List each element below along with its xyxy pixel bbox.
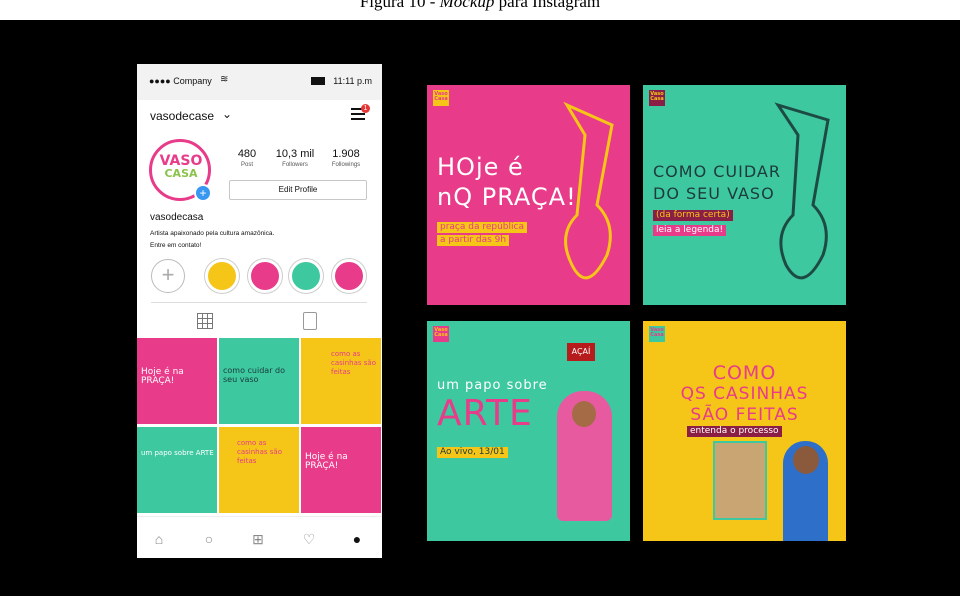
post-thumbnail[interactable]: Hoje é na PRAÇA!	[301, 427, 381, 513]
stat-followers[interactable]: 10,3 mil Followers	[273, 148, 317, 168]
profile-icon[interactable]: ●	[349, 531, 365, 547]
brand-logo: Vaso Casa	[433, 326, 449, 342]
post-title: nQ PRAÇA!	[437, 183, 577, 211]
phone-mockup: ●●●● Company ≋ 11:11 p.m vasodecase ⌄ 1 …	[137, 64, 382, 558]
tagged-posts-icon[interactable]	[303, 312, 317, 330]
add-post-icon[interactable]: ⊞	[250, 531, 266, 547]
bio-line-2: Entre em contato!	[150, 242, 202, 249]
illustration-figure	[774, 102, 830, 280]
post-subtitle: entenda o processo	[687, 426, 782, 437]
house-sculpture	[713, 441, 767, 520]
search-icon[interactable]: ○	[201, 531, 217, 547]
post-thumbnail[interactable]: como as casinhas são feitas	[219, 427, 299, 513]
story-highlight[interactable]	[332, 259, 366, 293]
battery-icon	[311, 77, 325, 85]
add-story-icon[interactable]: +	[194, 184, 212, 202]
stat-posts[interactable]: 480 Post	[232, 148, 262, 168]
brand-logo: Vaso Casa	[649, 90, 665, 106]
post-subtitle: praça da república	[437, 222, 527, 233]
post-cuidar[interactable]: Vaso Casa COMO CUIDAR DO SEU VASO (da fo…	[643, 85, 846, 305]
stat-followings[interactable]: 1.908 Followings	[323, 148, 369, 168]
post-title: QS CASINHAS	[680, 384, 809, 404]
person-head	[572, 401, 596, 427]
post-title: DO SEU VASO	[653, 184, 775, 203]
post-title: COMO	[712, 362, 777, 384]
status-bar: ●●●● Company ≋ 11:11 p.m	[137, 64, 382, 100]
bio-name: vasodecasa	[150, 212, 204, 223]
brand-logo: Vaso Casa	[649, 326, 665, 342]
post-thumbnail[interactable]: como cuidar do seu vaso	[219, 338, 299, 424]
profile-username[interactable]: vasodecase	[150, 109, 214, 123]
grid-view-icon[interactable]	[197, 313, 213, 329]
person-head	[793, 446, 819, 474]
heart-icon[interactable]: ♡	[301, 531, 317, 547]
chevron-down-icon[interactable]: ⌄	[222, 107, 232, 121]
post-title: ARTE	[437, 393, 533, 434]
edit-profile-button[interactable]: Edit Profile	[229, 180, 367, 200]
acai-sign: AÇAÍ	[567, 343, 595, 361]
bottom-band	[0, 596, 960, 601]
bottom-nav: ⌂ ○ ⊞ ♡ ●	[137, 516, 382, 558]
post-thumbnail[interactable]: como as casinhas são feitas	[301, 338, 381, 424]
carrier-label: ●●●● Company	[149, 76, 212, 86]
wifi-icon: ≋	[220, 74, 229, 85]
post-title: HOje é	[437, 153, 524, 181]
home-icon[interactable]: ⌂	[151, 531, 167, 547]
post-subtitle: a partir das 9h	[437, 235, 510, 246]
status-time: 11:11 p.m	[333, 76, 372, 86]
bio-line-1: Artista apaixonado pela cultura amazônic…	[150, 230, 275, 237]
brand-logo: Vaso Casa	[433, 90, 449, 106]
story-highlight[interactable]	[205, 259, 239, 293]
story-highlight[interactable]	[248, 259, 282, 293]
post-thumbnail[interactable]: um papo sobre ARTE	[137, 427, 217, 513]
new-highlight-button[interactable]: +	[151, 259, 185, 293]
figure-caption: Figura 10 - Mockup para Instagram	[359, 0, 601, 11]
post-subtitle: (da forma certa)	[653, 210, 733, 221]
story-highlight[interactable]	[289, 259, 323, 293]
notification-badge: 1	[361, 104, 370, 113]
avatar-logo: VASO CASA	[159, 153, 203, 180]
post-thumbnail[interactable]: Hoje é na PRAÇA!	[137, 338, 217, 424]
post-casinhas[interactable]: Vaso Casa COMO QS CASINHAS SÃO FEITAS en…	[643, 321, 846, 541]
post-subtitle: leia a legenda!	[653, 225, 727, 236]
post-subtitle: Ao vivo, 13/01	[437, 447, 508, 458]
tabs-divider	[151, 302, 367, 303]
posts-grid: Hoje é na PRAÇA! como cuidar do seu vaso…	[137, 338, 382, 513]
caption-strip: Figura 10 - Mockup para Instagram	[0, 0, 960, 20]
illustration-figure	[563, 101, 614, 280]
post-title: COMO CUIDAR	[653, 162, 781, 181]
post-arte[interactable]: Vaso Casa um papo sobre ARTE Ao vivo, 13…	[427, 321, 630, 541]
post-title: SÃO FEITAS	[690, 405, 799, 425]
post-praca[interactable]: Vaso Casa HOje é nQ PRAÇA! praça da repú…	[427, 85, 630, 305]
